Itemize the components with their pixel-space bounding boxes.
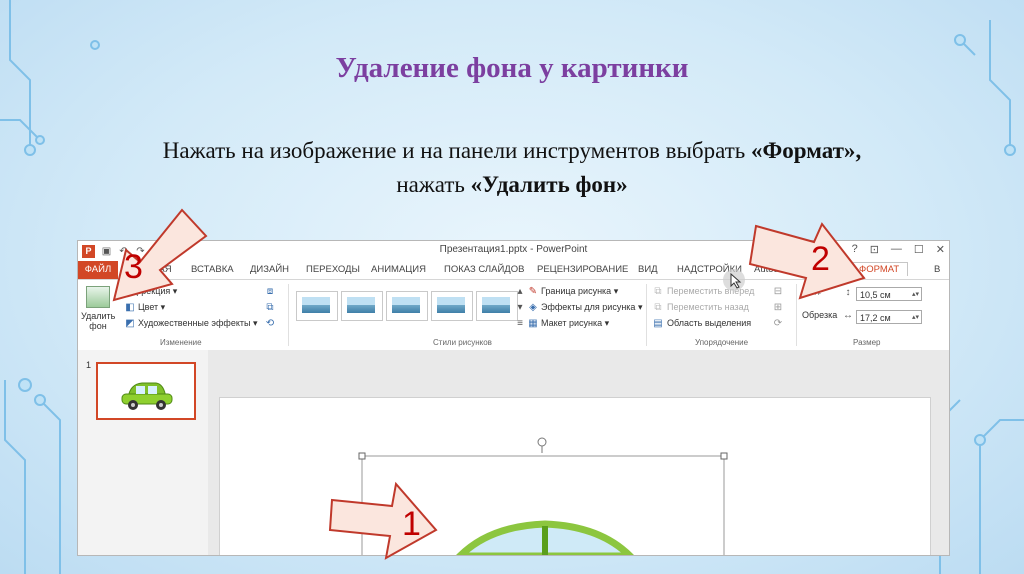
remove-background-label-2: фон [89,321,107,331]
mouse-cursor-icon [723,269,745,291]
callout-arrow-1 [328,481,438,560]
width-icon: ↔ [843,310,853,321]
tab-more[interactable]: В [934,264,940,275]
picture-layout-icon: ▦ [528,318,538,329]
callout-arrow-3 [112,208,208,302]
artistic-effects-button[interactable]: Художественные эффекты ▾ [138,318,257,329]
styles-scroll-up-icon[interactable]: ▴ [514,286,526,297]
group-label-change: Изменение [160,338,202,347]
selected-car-image[interactable] [220,398,930,556]
close-button[interactable]: ✕ [936,243,945,256]
tab-animations[interactable]: АНИМАЦИЯ [371,264,426,275]
picture-style-5[interactable] [476,291,518,321]
callout-number-1: 1 [402,505,421,543]
car-thumbnail-icon [121,382,173,410]
tab-view[interactable]: ВИД [638,264,658,275]
picture-border-button[interactable]: Граница рисунка ▾ [541,286,618,297]
bring-forward-icon: ⧉ [654,286,662,297]
selection-pane-icon: ▤ [653,318,663,329]
picture-layout-button[interactable]: Макет рисунка ▾ [541,318,609,329]
instruction-bold-remove-bg: «Удалить фон» [470,172,628,197]
instruction-bold-format: «Формат» [751,138,856,163]
styles-more-icon[interactable]: ≡ [514,318,526,329]
slide-thumbnail[interactable] [96,362,196,420]
instruction-text-2: нажать [396,172,471,197]
minimize-button[interactable]: — [891,243,902,256]
instruction-text-1: Нажать на изображение и на панели инстру… [162,138,752,163]
ribbon-display-button[interactable]: ⊡ [870,243,879,256]
group-label-arrange: Упорядочение [695,338,749,347]
callout-number-3: 3 [124,248,143,286]
slide-instruction: Нажать на изображение и на панели инстру… [40,134,984,202]
separator [288,284,289,346]
tab-slideshow[interactable]: ПОКАЗ СЛАЙДОВ [444,264,524,275]
picture-effects-icon: ◈ [529,302,537,313]
callout-arrow-2 [748,222,866,300]
picture-effects-button[interactable]: Эффекты для рисунка ▾ [541,302,642,313]
picture-border-icon: ✎ [528,286,538,297]
crop-button[interactable]: Обрезка [802,310,837,320]
send-backward-icon: ⧉ [654,302,662,313]
tab-design[interactable]: ДИЗАЙН [250,264,289,275]
slide-canvas[interactable] [219,397,931,556]
remove-background-label-1: Удалить [81,311,116,321]
rotate-icon[interactable]: ⟳ [772,318,784,329]
picture-style-3[interactable] [386,291,428,321]
group-label-size: Размер [853,338,881,347]
workspace: 1 [78,350,949,555]
callout-number-2: 2 [811,240,830,278]
styles-scroll-down-icon[interactable]: ▾ [514,302,526,313]
slide-number: 1 [86,360,92,370]
reset-picture-icon[interactable]: ⟲ [264,318,276,329]
change-picture-icon[interactable]: ⧉ [264,302,276,313]
group-objects-icon[interactable]: ⊞ [772,302,784,313]
tab-transitions[interactable]: ПЕРЕХОДЫ [306,264,360,275]
separator [646,284,647,346]
slide-title: Удаление фона у картинки [335,52,689,84]
tab-review[interactable]: РЕЦЕНЗИРОВАНИЕ [537,264,628,275]
artistic-effects-icon: ◩ [125,318,135,329]
instruction-comma: , [855,138,862,163]
selection-pane-button[interactable]: Область выделения [667,318,751,328]
picture-style-2[interactable] [341,291,383,321]
picture-style-4[interactable] [431,291,473,321]
maximize-button[interactable]: ☐ [914,243,924,256]
group-label-styles: Стили рисунков [433,338,492,347]
picture-style-1[interactable] [296,291,338,321]
compress-pictures-icon[interactable]: ⧈ [264,286,276,297]
slide-thumbnail-pane: 1 [78,350,208,555]
width-input[interactable]: 17,2 см ▴▾ [856,310,922,324]
send-backward-button[interactable]: Переместить назад [667,302,749,312]
